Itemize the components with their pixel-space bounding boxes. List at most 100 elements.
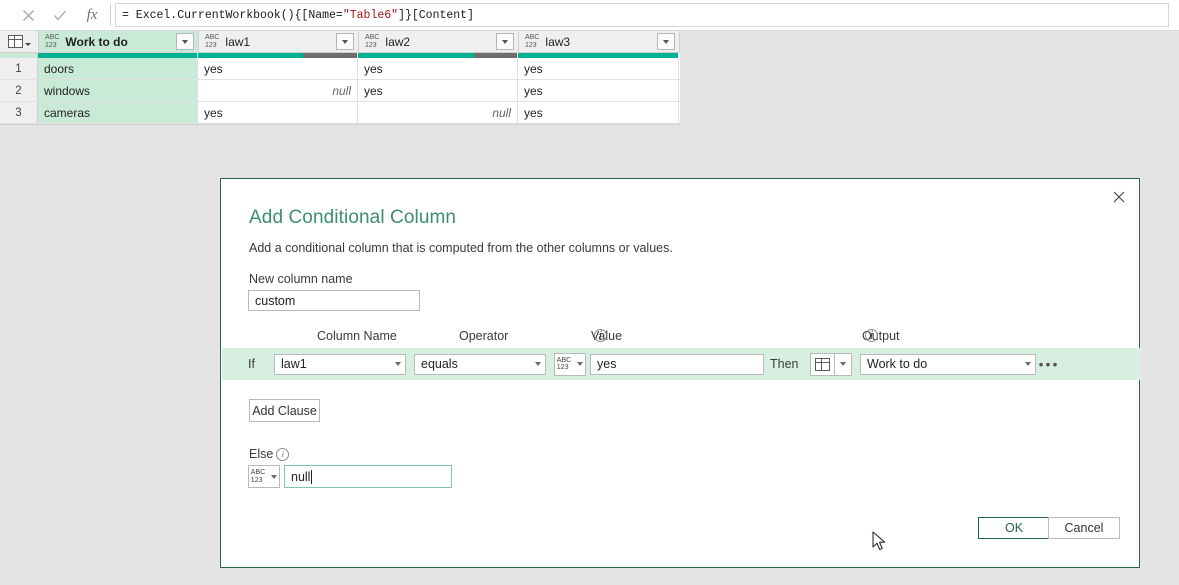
table-cell[interactable]: yes <box>518 80 679 101</box>
table-cell[interactable]: yes <box>358 80 518 101</box>
column-filter-button[interactable] <box>176 33 194 50</box>
table-cell-null[interactable]: null <box>358 102 518 123</box>
row-number: 2 <box>0 80 38 101</box>
table-row[interactable]: 2 windows null yes yes <box>0 80 680 102</box>
clause-output-value: Work to do <box>867 357 928 371</box>
output-type-button[interactable] <box>810 352 834 376</box>
add-conditional-column-dialog: Add Conditional Column Add a conditional… <box>220 178 1140 568</box>
column-header-work-to-do[interactable]: ABC 123 Work to do <box>39 31 199 52</box>
column-header-label: Work to do <box>65 34 128 49</box>
checkmark-icon[interactable] <box>44 3 76 27</box>
row-number: 1 <box>0 58 38 79</box>
chevron-down-icon <box>663 39 669 44</box>
clause-value-input[interactable]: yes <box>590 353 764 375</box>
chevron-down-icon <box>535 362 541 366</box>
abc123-type-icon: ABC 123 <box>205 34 220 49</box>
add-clause-button[interactable]: Add Clause <box>249 399 320 422</box>
grid-bottom-edge <box>0 124 680 129</box>
table-icon <box>815 357 830 371</box>
else-value-input[interactable]: null <box>284 465 452 488</box>
formula-bar-icons: fx <box>12 3 115 27</box>
table-icon <box>7 35 23 48</box>
column-header-label: law3 <box>545 34 571 49</box>
else-row: ABC 123 null <box>248 465 452 488</box>
clause-column-headers: Column Name Operator Value i Output i <box>317 328 900 343</box>
text-cursor <box>311 469 313 484</box>
abc123-type-icon: ABC 123 <box>45 34 60 49</box>
header-column-name: Column Name <box>317 329 397 343</box>
else-label: Else i <box>249 447 290 461</box>
dialog-title: Add Conditional Column <box>249 207 457 228</box>
table-cell[interactable]: yes <box>198 58 358 79</box>
clause-column-name-dropdown[interactable]: law1 <box>274 353 406 375</box>
new-column-name-label: New column name <box>249 272 353 286</box>
table-cell[interactable]: cameras <box>38 102 198 123</box>
formula-bar: fx = Excel.CurrentWorkbook(){[Name= "Tabl… <box>0 0 1179 31</box>
info-icon[interactable]: i <box>865 329 878 342</box>
clause-value-type-button[interactable]: ABC 123 <box>554 352 586 376</box>
formula-string-literal: "Table6" <box>342 8 399 22</box>
output-type-dropdown-button[interactable] <box>834 352 852 376</box>
chevron-down-icon <box>840 362 846 366</box>
cancel-button[interactable]: Cancel <box>1048 517 1120 539</box>
column-header-law1[interactable]: ABC 123 law1 <box>199 31 359 52</box>
info-icon[interactable]: i <box>276 448 290 461</box>
info-icon[interactable]: i <box>594 329 607 342</box>
else-value-type-button[interactable]: ABC 123 <box>248 465 280 488</box>
if-label: If <box>248 357 255 371</box>
column-header-law3[interactable]: ABC 123 law3 <box>519 31 680 52</box>
clause-operator-dropdown[interactable]: equals <box>414 353 546 375</box>
column-header-law2[interactable]: ABC 123 law2 <box>359 31 519 52</box>
table-cell[interactable]: doors <box>38 58 198 79</box>
abc123-type-icon: ABC 123 <box>365 34 380 49</box>
table-row[interactable]: 1 doors yes yes yes <box>0 58 680 80</box>
header-operator: Operator <box>459 329 509 343</box>
abc123-type-icon: ABC 123 <box>250 469 266 484</box>
chevron-down-icon <box>182 39 188 44</box>
table-cell[interactable]: yes <box>198 102 358 123</box>
grid-header-row: ABC 123 Work to do ABC 123 law1 ABC 123 … <box>0 31 680 53</box>
close-icon[interactable] <box>12 3 44 27</box>
quality-bar-law3 <box>518 53 679 58</box>
table-row[interactable]: 3 cameras yes null yes <box>0 102 680 124</box>
column-filter-button[interactable] <box>496 33 514 50</box>
fx-icon[interactable]: fx <box>76 3 108 27</box>
chevron-down-icon <box>395 362 401 366</box>
toolbar-divider <box>110 4 111 26</box>
select-all-table-button[interactable] <box>0 31 39 52</box>
abc123-type-icon: ABC 123 <box>525 34 540 49</box>
formula-suffix: ]}[Content] <box>398 8 474 22</box>
quality-bar-law1 <box>198 53 358 58</box>
formula-input[interactable]: = Excel.CurrentWorkbook(){[Name= "Table6"… <box>115 3 1169 27</box>
chevron-down-icon <box>24 42 31 46</box>
dialog-subtitle: Add a conditional column that is compute… <box>249 241 673 255</box>
chevron-down-icon <box>577 362 584 366</box>
clause-column-name-value: law1 <box>281 357 307 371</box>
clause-output-dropdown[interactable]: Work to do <box>860 353 1036 375</box>
abc123-type-icon: ABC 123 <box>556 356 572 372</box>
quality-bar-work-to-do <box>38 53 198 58</box>
clause-more-options-button[interactable]: ••• <box>1036 357 1062 371</box>
quality-bar-law2 <box>358 53 518 58</box>
then-label: Then <box>770 357 799 371</box>
row-number: 3 <box>0 102 38 123</box>
table-cell[interactable]: windows <box>38 80 198 101</box>
column-filter-button[interactable] <box>336 33 354 50</box>
new-column-name-input[interactable]: custom <box>248 290 420 311</box>
column-filter-button[interactable] <box>657 33 675 50</box>
clause-operator-value: equals <box>421 357 458 371</box>
else-value-text: null <box>291 469 311 484</box>
clause-row: If law1 equals ABC 123 yes Then Work to … <box>222 348 1140 380</box>
column-header-label: law1 <box>225 34 251 49</box>
formula-prefix: = Excel.CurrentWorkbook(){[Name= <box>122 8 343 22</box>
data-preview-grid: ABC 123 Work to do ABC 123 law1 ABC 123 … <box>0 31 680 129</box>
table-cell[interactable]: yes <box>358 58 518 79</box>
column-quality-bars <box>0 53 680 58</box>
table-cell-null[interactable]: null <box>198 80 358 101</box>
chevron-down-icon <box>342 39 348 44</box>
table-cell[interactable]: yes <box>518 58 679 79</box>
ok-button[interactable]: OK <box>978 517 1050 539</box>
table-cell[interactable]: yes <box>518 102 679 123</box>
close-icon[interactable] <box>1105 185 1133 209</box>
chevron-down-icon <box>271 474 278 479</box>
